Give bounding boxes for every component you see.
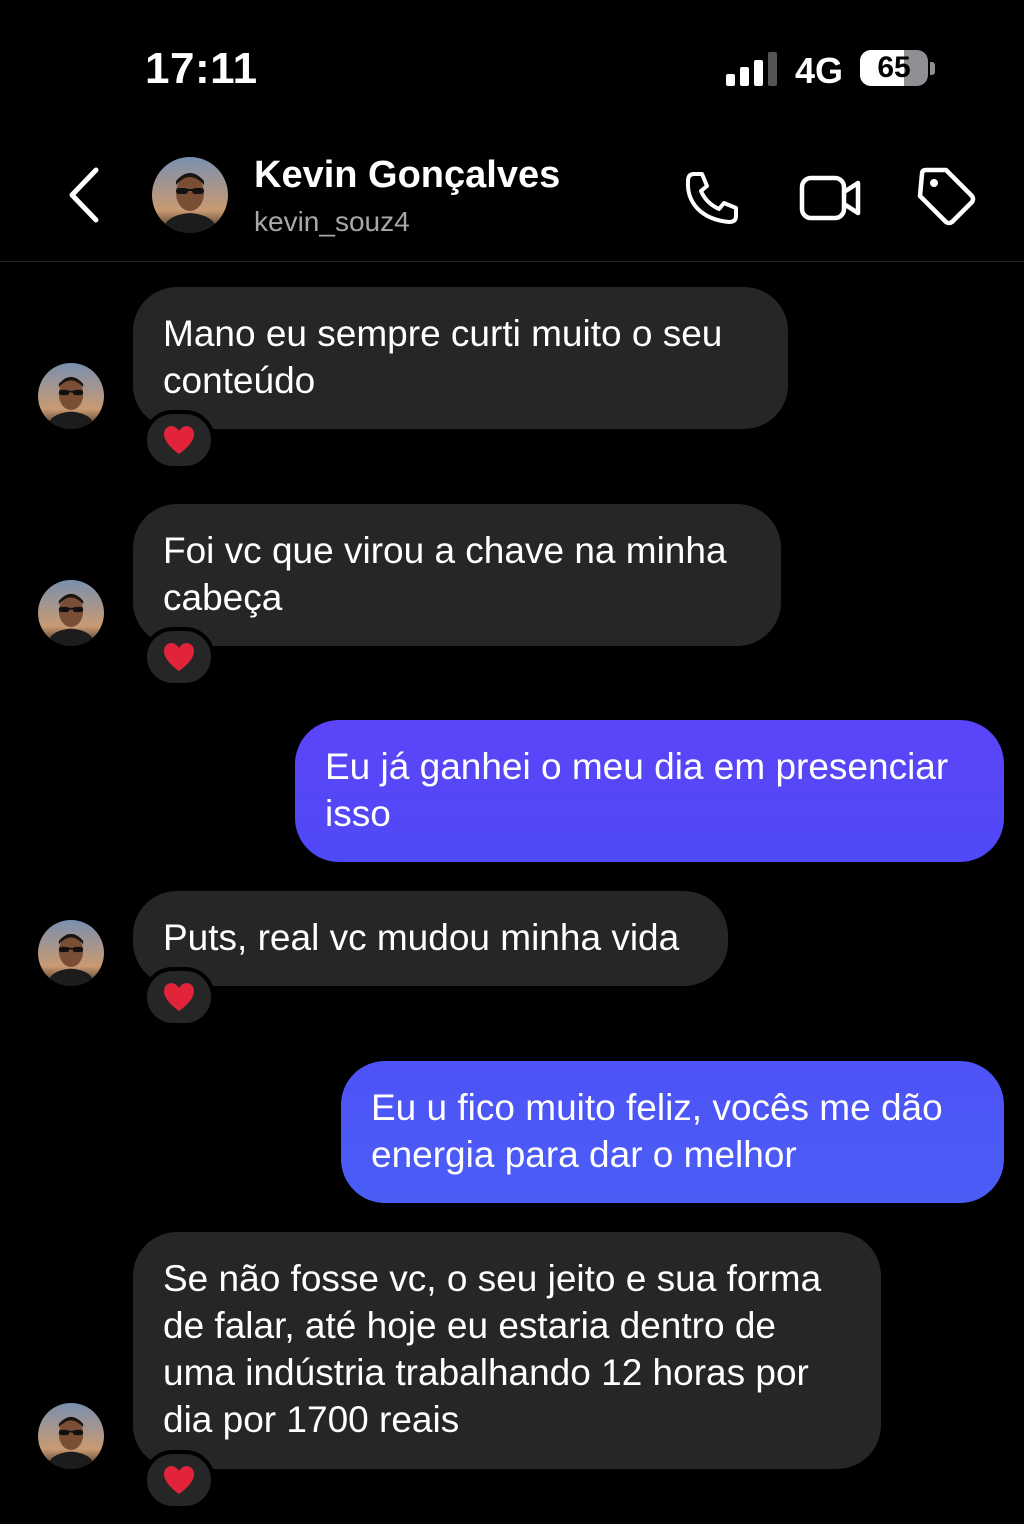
chevron-left-icon[interactable] <box>58 162 114 228</box>
contact-name[interactable]: Kevin Gonçalves <box>254 154 560 197</box>
heart-reaction[interactable] <box>143 1450 215 1510</box>
heart-reaction[interactable] <box>143 627 215 687</box>
phone-icon[interactable] <box>680 166 744 230</box>
heart-icon <box>164 983 194 1011</box>
message-text: Mano eu sempre curti muito o seu conteúd… <box>163 313 723 401</box>
message-bubble-sent[interactable]: Eu u fico muito feliz, vocês me dão ener… <box>341 1061 1004 1203</box>
heart-reaction[interactable] <box>143 967 215 1027</box>
network-type: 4G <box>795 50 844 91</box>
dm-chat-screen: 17:11 4G 65 Kevin Gonçalves kevin_souz4 … <box>0 0 1024 1524</box>
message-text: Foi vc que virou a chave na minha cabeça <box>163 530 727 618</box>
heart-icon <box>164 643 194 671</box>
status-bar: 17:11 4G 65 <box>0 0 1024 130</box>
chat-header: Kevin Gonçalves kevin_souz4 <box>0 130 1024 262</box>
battery-icon: 65 <box>860 50 928 86</box>
battery-tip <box>930 62 935 75</box>
message-bubble-received[interactable]: Mano eu sempre curti muito o seu conteúd… <box>133 287 788 429</box>
message-bubble-received[interactable]: Puts, real vc mudou minha vida <box>133 891 728 986</box>
message-bubble-received[interactable]: Foi vc que virou a chave na minha cabeça <box>133 504 781 646</box>
battery-percent: 65 <box>877 51 911 84</box>
message-text: Eu já ganhei o meu dia em presenciar iss… <box>325 746 949 834</box>
sender-avatar[interactable] <box>38 920 104 986</box>
sender-avatar[interactable] <box>38 1403 104 1469</box>
contact-username[interactable]: kevin_souz4 <box>254 206 410 238</box>
message-text: Eu u fico muito feliz, vocês me dão ener… <box>371 1087 943 1175</box>
contact-avatar[interactable] <box>152 157 228 233</box>
signal-strength-icon <box>726 52 777 86</box>
message-bubble-sent[interactable]: Eu já ganhei o meu dia em presenciar iss… <box>295 720 1004 862</box>
sender-avatar[interactable] <box>38 580 104 646</box>
status-time: 17:11 <box>145 44 258 93</box>
sender-avatar[interactable] <box>38 363 104 429</box>
tag-icon[interactable] <box>914 164 978 228</box>
message-text: Se não fosse vc, o seu jeito e sua forma… <box>163 1258 822 1440</box>
video-camera-icon[interactable] <box>796 166 864 230</box>
message-bubble-received[interactable]: Se não fosse vc, o seu jeito e sua forma… <box>133 1232 881 1469</box>
heart-reaction[interactable] <box>143 410 215 470</box>
heart-icon <box>164 426 194 454</box>
message-text: Puts, real vc mudou minha vida <box>163 917 680 958</box>
heart-icon <box>164 1466 194 1494</box>
